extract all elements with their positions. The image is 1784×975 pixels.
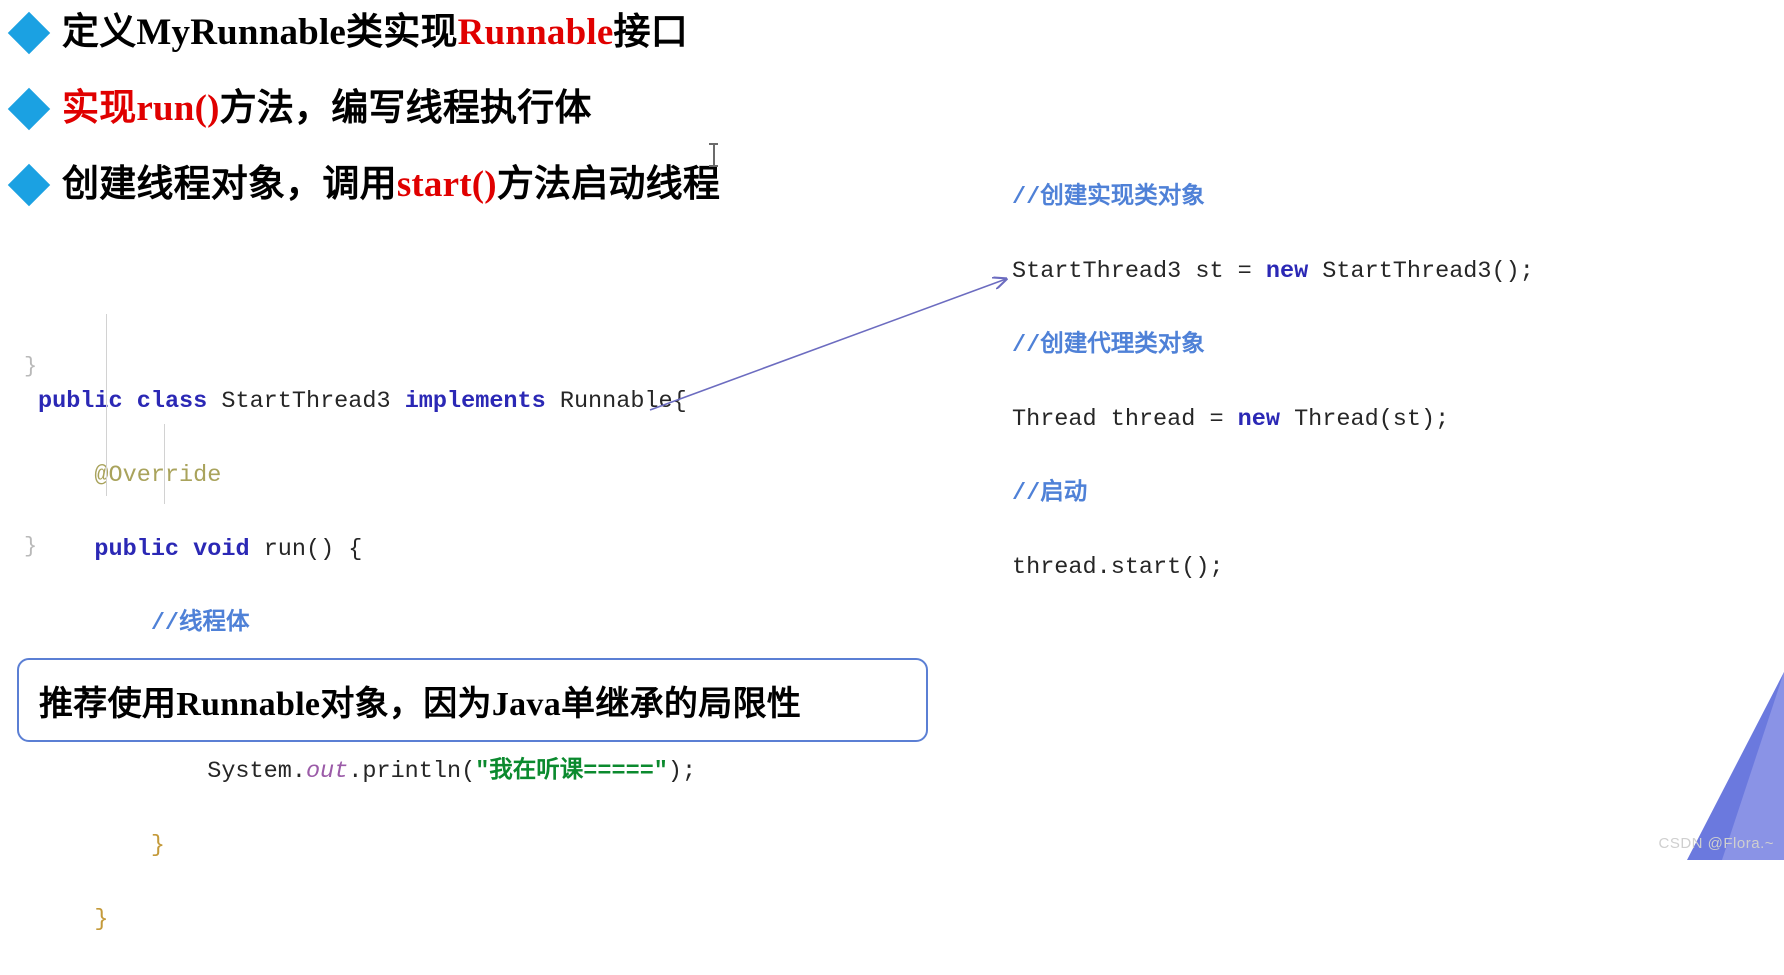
- bullet-item-1-label: 定义MyRunnable类实现Runnable接口: [62, 12, 688, 55]
- bullet-2-part-2: 方法，编写线程执行体: [219, 87, 592, 129]
- code-fold-marker-icon[interactable]: }: [24, 536, 37, 558]
- bullet-list: 定义MyRunnable类实现Runnable接口 实现run()方法，编写线程…: [0, 0, 1000, 234]
- bullet-3-part-2: start(): [396, 163, 497, 205]
- code-line: }: [38, 906, 109, 933]
- code-line: public class StartThread3 implements Run…: [38, 388, 687, 415]
- bullet-1-part-1: 定义MyRunnable类实现: [62, 11, 458, 53]
- code-block-main-body: //创建实现类对象 StartThread3 st = new StartThr…: [1012, 142, 1534, 623]
- diamond-bullet-icon: [7, 11, 51, 55]
- recommendation-callout-text: 推荐使用Runnable对象，因为Java单继承的局限性: [39, 685, 802, 723]
- code-line: }: [38, 832, 165, 859]
- diamond-bullet-icon: [7, 163, 51, 207]
- code-line: thread.start();: [1012, 554, 1224, 581]
- indent-guide: [106, 314, 107, 496]
- code-line: @Override: [38, 462, 222, 489]
- code-line: public void run() {: [94, 536, 363, 563]
- code-line: System.out.println("我在听课=====");: [38, 758, 697, 785]
- code-line: StartThread3 st = new StartThread3();: [1012, 258, 1534, 285]
- bullet-item-1: 定义MyRunnable类实现Runnable接口: [0, 6, 1000, 60]
- bullet-1-part-3: 接口: [613, 11, 688, 53]
- bullet-1-part-2: Runnable: [457, 11, 614, 53]
- code-line: //创建实现类对象: [1012, 184, 1205, 211]
- bullet-3-part-3: 方法启动线程: [496, 163, 721, 205]
- code-line: //启动: [1012, 480, 1088, 507]
- bullet-3-part-1: 创建线程对象，调用: [62, 163, 397, 205]
- code-block-class-definition: public class StartThread3 implements Run…: [38, 272, 696, 975]
- watermark-text: CSDN @Flora.~: [1658, 835, 1774, 852]
- code-line: Thread thread = new Thread(st);: [1012, 406, 1450, 433]
- bullet-item-3: 创建线程对象，调用start()方法启动线程: [0, 158, 1000, 212]
- bullet-2-part-1: 实现run(): [62, 87, 220, 129]
- bullet-item-2-label: 实现run()方法，编写线程执行体: [62, 88, 592, 131]
- indent-guide: [164, 424, 165, 504]
- diamond-bullet-icon: [7, 87, 51, 131]
- corner-triangle-decoration-overlay: [1722, 672, 1784, 860]
- code-line: //线程体: [38, 610, 250, 637]
- arrow-icon: [649, 260, 1030, 411]
- recommendation-callout-box: 推荐使用Runnable对象，因为Java单继承的局限性: [17, 658, 928, 742]
- code-fold-marker-icon[interactable]: }: [24, 356, 37, 378]
- bullet-item-3-label: 创建线程对象，调用start()方法启动线程: [62, 164, 720, 207]
- bullet-item-2: 实现run()方法，编写线程执行体: [0, 82, 1000, 136]
- code-line: //创建代理类对象: [1012, 332, 1205, 359]
